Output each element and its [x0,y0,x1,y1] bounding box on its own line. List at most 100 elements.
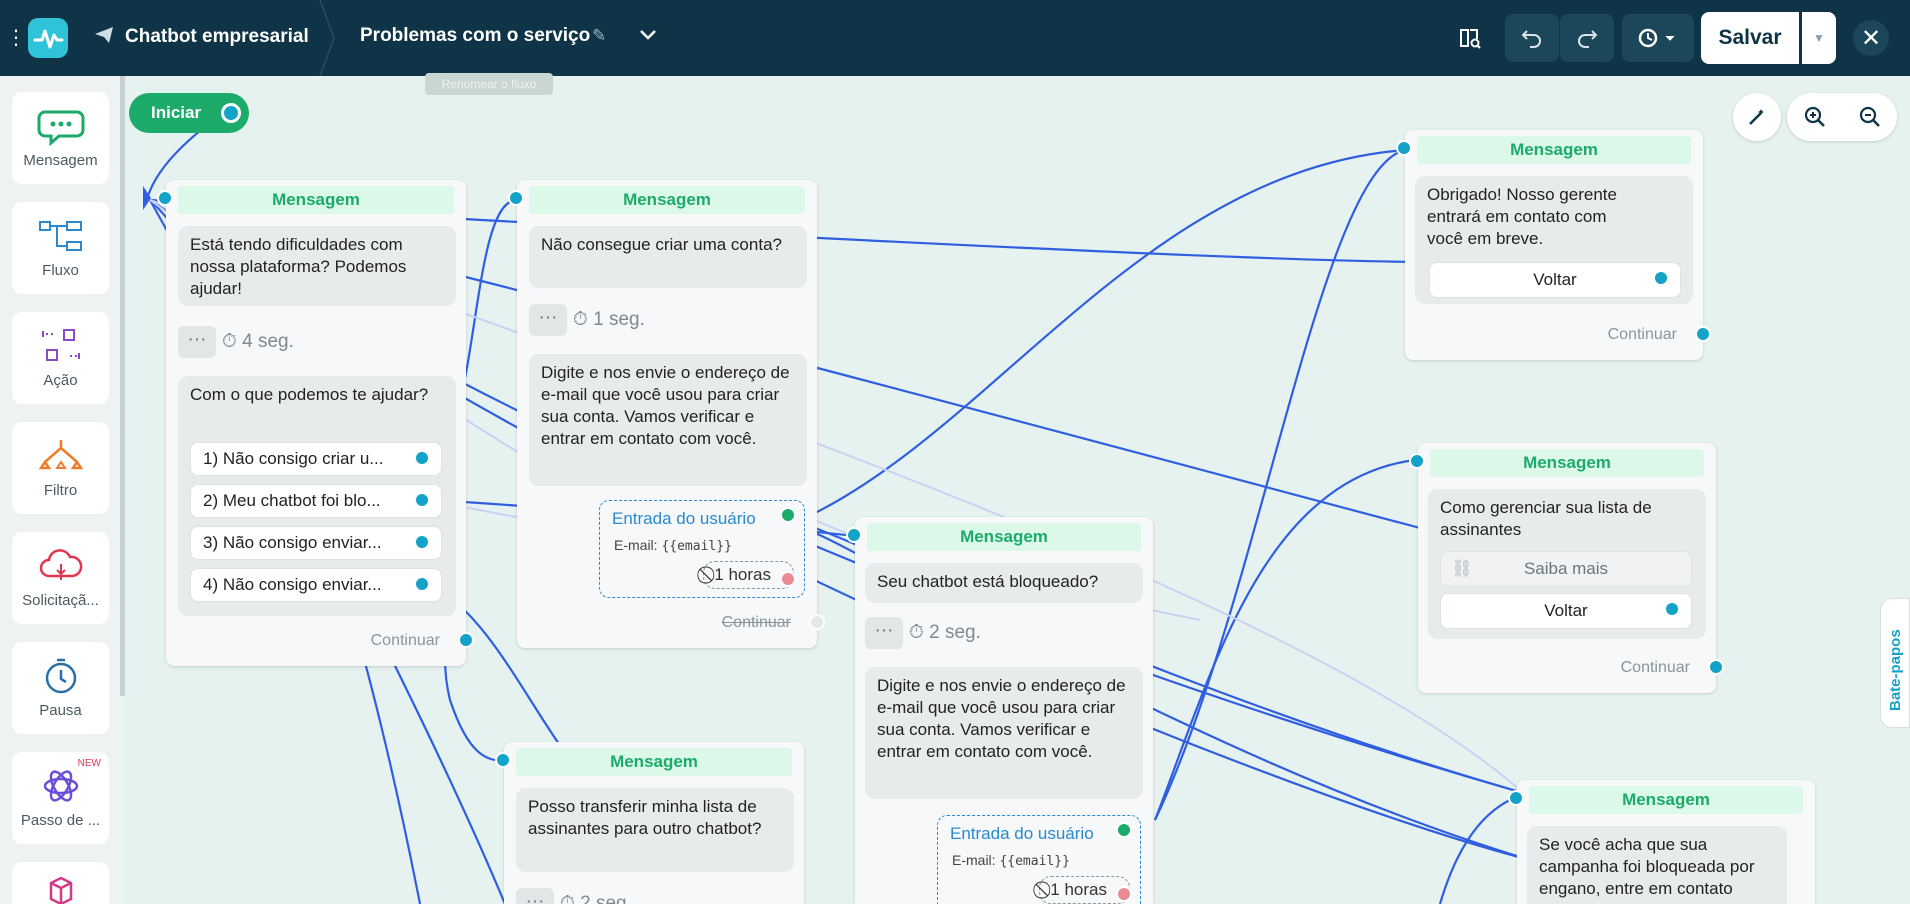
option-output-port[interactable] [414,492,430,508]
option-output-port[interactable] [414,534,430,550]
user-input-block[interactable]: Entrada do usuário E-mail: {{email}} ⃠ 1… [599,500,805,598]
more-icon[interactable]: ··· [516,888,554,904]
auto-arrange-wand-icon[interactable] [1733,93,1781,141]
message-node-7[interactable]: Mensagem Se você acha que sua campanha f… [1508,780,1815,904]
user-input-block[interactable]: Entrada do usuário E-mail: {{email}} ⃠ 1… [937,815,1141,904]
message-text: Não consegue criar uma conta? [529,226,807,288]
app-logo-icon[interactable] [28,18,68,58]
node-title: Mensagem [1430,449,1704,477]
option-output-port[interactable] [414,450,430,466]
node-input-port[interactable] [1508,790,1524,806]
palette-item-request[interactable]: Solicitaçã... [12,532,109,624]
more-vertical-icon[interactable]: ⋮ [6,24,26,52]
palette-item-ai-step[interactable]: NEW Passo de ... [12,752,109,844]
input-timeout-port[interactable] [1116,886,1132,902]
palette-item-message[interactable]: Mensagem [12,92,109,184]
message-text: Se você acha que sua campanha foi bloque… [1527,826,1787,904]
timeout-value: 1 horas [714,565,771,584]
node-input-port[interactable] [846,527,862,543]
delay-indicator: ··· ⏱ 4 seg. [178,326,294,358]
zoom-out-icon[interactable] [1842,93,1897,141]
delay-indicator: ··· ⏱ 1 seg. [529,304,645,336]
top-bar: ⋮ Chatbot empresarial Problemas com o se… [0,0,1910,77]
button-output-port[interactable] [1653,270,1669,286]
preview-book-icon[interactable] [1452,14,1488,62]
dice-icon [37,874,85,904]
close-icon[interactable]: ✕ [1853,20,1889,56]
option-button[interactable]: 3) Não consigo enviar... [190,526,442,560]
input-timeout-port[interactable] [780,571,796,587]
palette-item-pause[interactable]: Pausa [12,642,109,734]
stopwatch-icon: ⏱ [560,893,575,904]
flow-name[interactable]: Problemas com o serviço [360,25,590,47]
option-button[interactable]: 2) Meu chatbot foi blo... [190,484,442,518]
chevron-down-icon[interactable] [638,24,658,50]
start-output-port[interactable] [221,103,241,123]
continue-label-disabled: Continuar [721,614,791,631]
delay-value: 2 seg. [580,893,632,904]
continue-output-port[interactable] [1695,326,1711,342]
user-input-title: Entrada do usuário [950,824,1094,843]
message-text: Posso transferir minha lista de assinant… [516,788,794,872]
more-icon[interactable]: ··· [178,326,216,358]
palette-item-flow[interactable]: Fluxo [12,202,109,294]
palette-item-label: Passo de ... [20,812,101,829]
back-button[interactable]: Voltar [1440,593,1692,629]
stopwatch-icon: ⏱ [909,622,924,644]
continue-label: Continuar [370,632,440,649]
palette-item-label: Mensagem [23,152,98,169]
node-input-port[interactable] [1409,453,1425,469]
option-output-port[interactable] [414,576,430,592]
delay-indicator: ··· ⏱ 2 seg. [865,617,981,649]
option-button[interactable]: 4) Não consigo enviar... [190,568,442,602]
history-button[interactable] [1622,14,1694,62]
telegram-plane-icon [94,25,114,51]
message-bubble-icon [37,106,85,147]
message-node-3[interactable]: Mensagem Seu chatbot está bloqueado? ···… [846,517,1153,904]
palette-item-label: Ação [43,372,78,389]
continue-output-port[interactable] [809,614,825,630]
option-button[interactable]: 1) Não consigo criar u... [190,442,442,476]
delay-value: 2 seg. [929,622,981,644]
message-text: Digite e nos envie o endereço de e-mail … [865,667,1143,799]
message-node-4[interactable]: Mensagem Posso transferir minha lista de… [495,742,804,904]
chats-side-tab[interactable]: Bate-papos [1880,598,1910,728]
node-input-port[interactable] [495,752,511,768]
button-output-port[interactable] [1664,601,1680,617]
email-label: E-mail: [952,852,996,868]
link-button-label: Saiba mais [1523,559,1609,578]
message-node-2[interactable]: Mensagem Não consegue criar uma conta? ·… [508,180,825,648]
palette-item-action[interactable]: Ação [12,312,109,404]
more-icon[interactable]: ··· [529,304,567,336]
save-button[interactable]: Salvar [1701,12,1799,64]
node-input-port[interactable] [1396,140,1412,156]
continue-output-port[interactable] [1708,659,1724,675]
save-options-chevron-icon[interactable]: ▼ [1802,12,1836,64]
palette-item-random[interactable] [12,862,109,904]
more-icon[interactable]: ··· [865,617,903,649]
timer-icon [37,656,85,696]
flow-icon [37,216,85,256]
node-input-port[interactable] [157,190,173,206]
continue-output-port[interactable] [458,632,474,648]
zoom-in-icon[interactable] [1787,93,1842,141]
pencil-icon[interactable]: ✎ [592,26,606,46]
palette-item-filter[interactable]: Filtro [12,422,109,514]
message-text: Está tendo dificuldades com nossa plataf… [178,226,456,306]
message-node-5[interactable]: Mensagem Obrigado! Nosso gerente entrará… [1396,130,1711,360]
project-name[interactable]: Chatbot empresarial [125,26,309,48]
back-button[interactable]: Voltar [1429,262,1681,298]
start-node[interactable]: Iniciar [129,93,249,133]
input-success-port[interactable] [780,507,796,523]
message-node-6[interactable]: Mensagem Como gerenciar sua lista de ass… [1409,443,1724,693]
learn-more-link-button[interactable]: ⛓ Saiba mais [1440,551,1692,587]
redo-button[interactable] [1560,14,1614,62]
undo-button[interactable] [1505,14,1559,62]
email-variable: {{email}} [661,539,732,554]
action-icon [37,326,85,366]
node-input-port[interactable] [508,190,524,206]
input-success-port[interactable] [1116,822,1132,838]
message-text: Seu chatbot está bloqueado? [865,563,1143,603]
node-title: Mensagem [516,748,792,776]
message-node-1[interactable]: Mensagem Está tendo dificuldades com nos… [157,180,474,666]
